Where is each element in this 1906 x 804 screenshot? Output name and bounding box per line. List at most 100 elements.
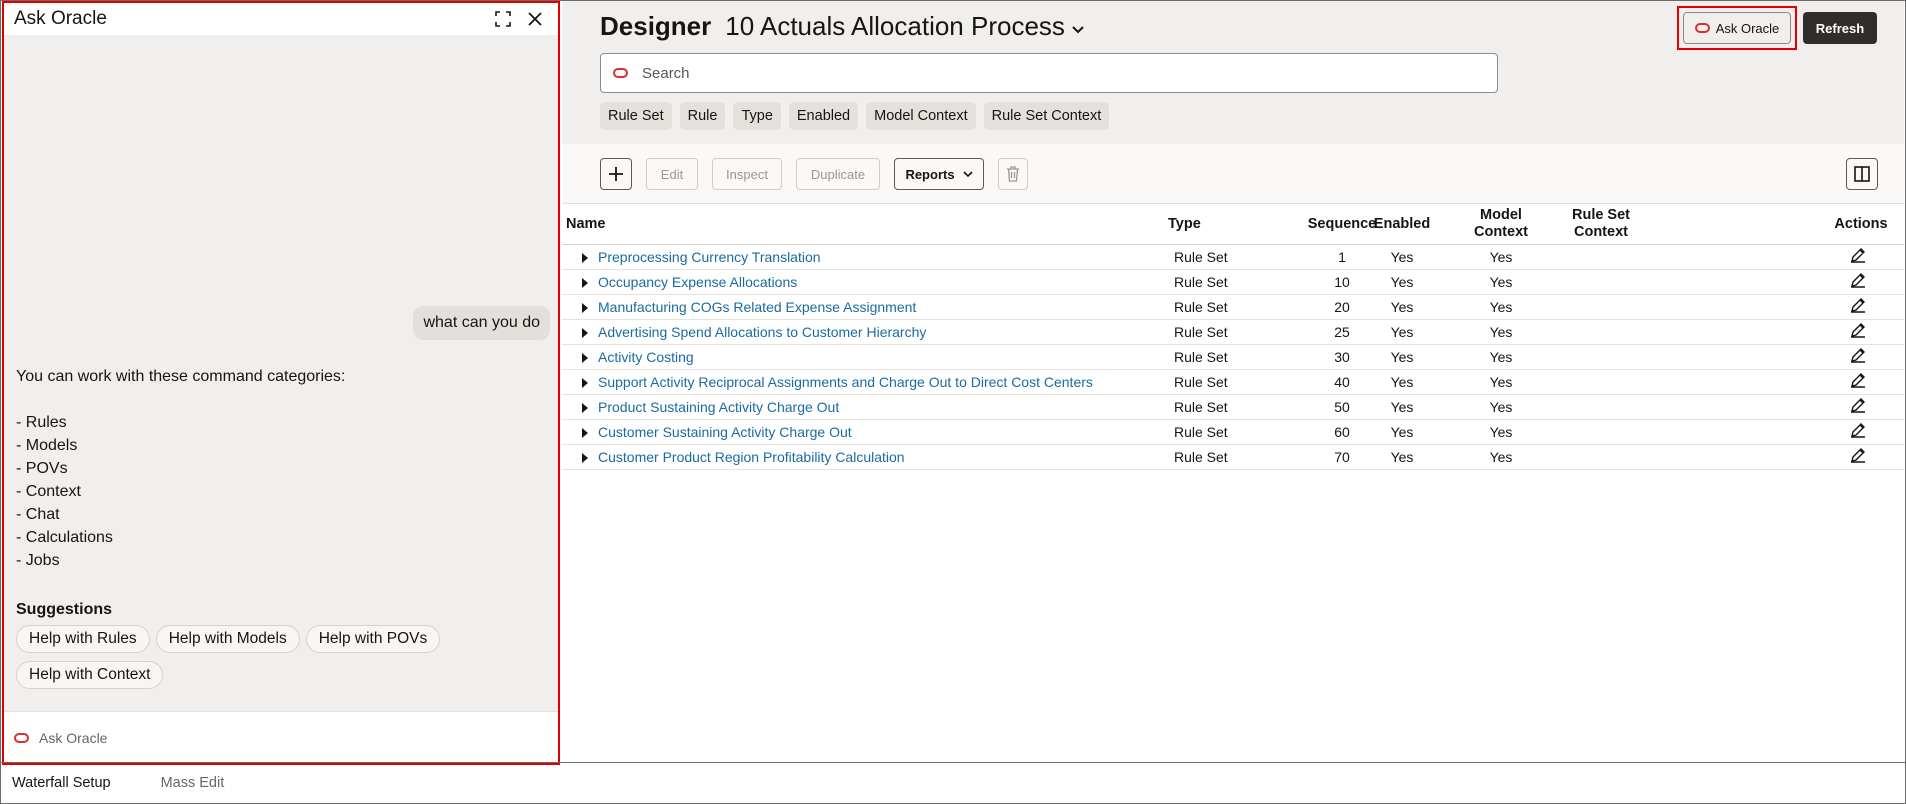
table-row[interactable]: Customer Sustaining Activity Charge Out R… [562,420,1904,445]
row-model-context: Yes [1489,449,1513,465]
reports-menu[interactable]: Reports [894,158,984,190]
row-enabled: Yes [1390,274,1414,290]
row-enabled: Yes [1390,399,1414,415]
category-item: - POVs [16,460,68,477]
edit-pencil-icon[interactable] [1850,372,1866,391]
expand-row-icon[interactable] [582,428,588,438]
table-row[interactable]: Customer Product Region Profitability Ca… [562,445,1904,470]
edit-pencil-icon[interactable] [1850,297,1866,316]
suggestion-chip-context[interactable]: Help with Context [16,661,164,689]
row-model-context: Yes [1489,349,1513,365]
assistant-reply: You can work with these command categori… [16,365,345,572]
row-name-link[interactable]: Product Sustaining Activity Charge Out [598,399,839,415]
col-model-context[interactable]: Model Context [1451,207,1551,241]
row-name-link[interactable]: Manufacturing COGs Related Expense Assig… [598,299,916,315]
row-enabled: Yes [1390,349,1414,365]
filter-type[interactable]: Type [733,102,781,130]
suggestions-title: Suggestions [16,601,113,618]
table-row[interactable]: Product Sustaining Activity Charge Out Ru… [562,395,1904,420]
table-row[interactable]: Advertising Spend Allocations to Custome… [562,320,1904,345]
table-row[interactable]: Preprocessing Currency Translation Rule S… [562,245,1904,270]
chat-input[interactable]: Ask Oracle [4,711,558,763]
edit-pencil-icon[interactable] [1850,347,1866,366]
row-enabled: Yes [1390,449,1414,465]
suggestion-chip-povs[interactable]: Help with POVs [305,625,441,653]
user-message: what can you do [413,306,550,340]
edit-pencil-icon[interactable] [1850,447,1866,466]
filter-enabled[interactable]: Enabled [788,102,859,130]
row-name-link[interactable]: Advertising Spend Allocations to Custome… [598,324,926,340]
suggestion-chip-rules[interactable]: Help with Rules [16,625,150,653]
oracle-logo-icon [1694,23,1710,33]
edit-pencil-icon[interactable] [1850,397,1866,416]
category-item: - Models [16,437,78,454]
refresh-button[interactable]: Refresh [1803,12,1877,44]
edit-pencil-icon[interactable] [1850,322,1866,341]
filter-rule-set-context[interactable]: Rule Set Context [983,102,1110,130]
col-rule-set-context-line2: Context [1574,224,1628,240]
table-row[interactable]: Manufacturing COGs Related Expense Assig… [562,295,1904,320]
duplicate-button[interactable]: Duplicate [796,158,880,190]
row-type: Rule Set [1174,324,1228,340]
close-icon[interactable] [522,6,548,32]
ask-oracle-highlight: Ask Oracle [1677,6,1797,50]
row-name-link[interactable]: Occupancy Expense Allocations [598,274,797,290]
table-row[interactable]: Activity Costing Rule Set 30 Yes Yes [562,345,1904,370]
row-enabled: Yes [1390,299,1414,315]
expand-row-icon[interactable] [582,453,588,463]
expand-row-icon[interactable] [582,378,588,388]
expand-row-icon[interactable] [582,328,588,338]
col-name[interactable]: Name [566,216,606,232]
expand-row-icon[interactable] [582,253,588,263]
table-row[interactable]: Support Activity Reciprocal Assignments … [562,370,1904,395]
expand-row-icon[interactable] [582,303,588,313]
row-name-link[interactable]: Activity Costing [598,349,694,365]
search-input[interactable]: Search [600,53,1498,93]
edit-pencil-icon[interactable] [1850,272,1866,291]
filter-chips: Rule Set Rule Type Enabled Model Context… [600,102,1110,130]
ask-oracle-button[interactable]: Ask Oracle [1683,12,1791,44]
expand-row-icon[interactable] [582,278,588,288]
ask-oracle-label: Ask Oracle [1715,20,1780,36]
filter-model-context[interactable]: Model Context [866,102,976,130]
row-model-context: Yes [1489,249,1513,265]
filter-rule-set[interactable]: Rule Set [600,102,672,130]
expand-row-icon[interactable] [582,403,588,413]
add-button[interactable] [600,158,632,190]
row-name-link[interactable]: Preprocessing Currency Translation [598,249,821,265]
delete-button[interactable] [998,158,1028,190]
expand-icon[interactable] [490,6,516,32]
col-enabled[interactable]: Enabled [1342,216,1462,232]
designer-main: Designer 10 Actuals Allocation Process A… [562,1,1904,761]
row-model-context: Yes [1489,374,1513,390]
edit-pencil-icon[interactable] [1850,422,1866,441]
tab-mass-edit[interactable]: Mass Edit [161,775,225,791]
row-model-context: Yes [1489,274,1513,290]
row-name-link[interactable]: Customer Sustaining Activity Charge Out [598,424,852,440]
tab-waterfall-setup[interactable]: Waterfall Setup [12,775,111,791]
edit-button[interactable]: Edit [646,158,698,190]
chat-body: what can you do You can work with these … [4,35,558,709]
row-name-link[interactable]: Support Activity Reciprocal Assignments … [598,374,1093,390]
row-enabled: Yes [1390,424,1414,440]
inspect-button[interactable]: Inspect [712,158,782,190]
process-selector[interactable]: 10 Actuals Allocation Process [725,11,1065,42]
row-model-context: Yes [1489,299,1513,315]
filter-rule[interactable]: Rule [679,102,726,130]
suggestion-chip-models[interactable]: Help with Models [155,625,300,653]
panel-toggle-button[interactable] [1846,158,1878,190]
expand-row-icon[interactable] [582,353,588,363]
col-rule-set-context[interactable]: Rule Set Context [1551,207,1651,241]
row-type: Rule Set [1174,299,1228,315]
table-row[interactable]: Occupancy Expense Allocations Rule Set 10 Y… [562,270,1904,295]
page-title: Designer 10 Actuals Allocation Process [600,11,1085,42]
search-placeholder: Search [642,64,690,82]
col-model-context-line2: Context [1474,224,1528,240]
rules-table: Name Type Sequence Enabled Model Context… [562,205,1904,470]
row-name-link[interactable]: Customer Product Region Profitability Ca… [598,449,905,465]
chevron-down-icon[interactable] [1071,22,1085,40]
edit-pencil-icon[interactable] [1850,247,1866,266]
col-type[interactable]: Type [1168,216,1201,232]
row-enabled: Yes [1390,374,1414,390]
row-type: Rule Set [1174,374,1228,390]
